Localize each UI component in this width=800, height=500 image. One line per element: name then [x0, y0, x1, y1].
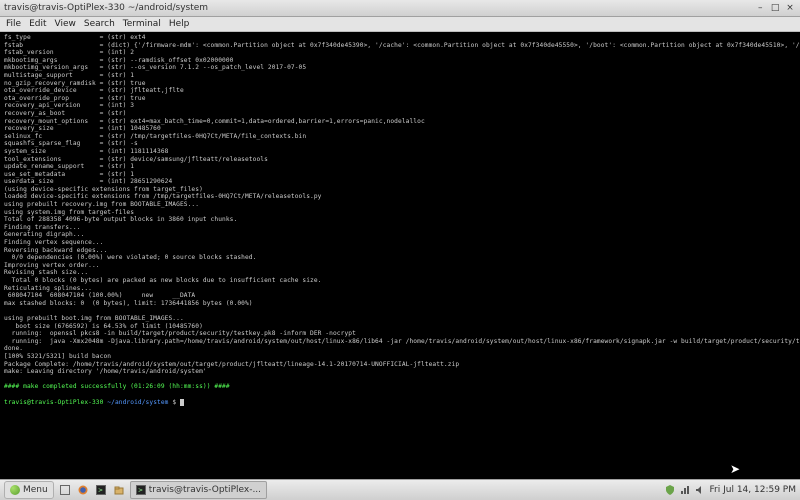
- taskbar: Menu > > travis@travis-OptiPlex-... Fri …: [0, 479, 800, 500]
- window-title: travis@travis-OptiPlex-330 ~/android/sys…: [4, 3, 208, 13]
- clock[interactable]: Fri Jul 14, 12:59 PM: [710, 485, 796, 495]
- mint-logo-icon: [10, 485, 20, 495]
- taskbar-window-label: travis@travis-OptiPlex-...: [149, 485, 261, 495]
- menu-terminal[interactable]: Terminal: [123, 19, 161, 29]
- taskbar-window-terminal[interactable]: > travis@travis-OptiPlex-...: [130, 481, 267, 499]
- system-tray: Fri Jul 14, 12:59 PM: [665, 485, 796, 495]
- menubar: File Edit View Search Terminal Help: [0, 17, 800, 32]
- show-desktop-button[interactable]: [58, 483, 72, 497]
- menu-file[interactable]: File: [6, 19, 21, 29]
- menu-help[interactable]: Help: [169, 19, 190, 29]
- menu-edit[interactable]: Edit: [29, 19, 46, 29]
- terminal-icon: >: [136, 485, 146, 495]
- terminal-output[interactable]: fs_type = (str) ext4 fstab = (dict) {'/f…: [0, 32, 800, 484]
- window-titlebar: travis@travis-OptiPlex-330 ~/android/sys…: [0, 0, 800, 17]
- svg-text:>: >: [138, 487, 143, 494]
- close-button[interactable]: ×: [784, 3, 796, 13]
- taskbar-start-button[interactable]: Menu: [4, 481, 54, 499]
- terminal-launcher[interactable]: >: [94, 483, 108, 497]
- menu-view[interactable]: View: [55, 19, 76, 29]
- firefox-launcher[interactable]: [76, 483, 90, 497]
- menu-search[interactable]: Search: [84, 19, 115, 29]
- maximize-button[interactable]: □: [769, 3, 781, 13]
- window-controls: – □ ×: [754, 3, 796, 13]
- start-label: Menu: [23, 485, 48, 495]
- svg-text:>: >: [98, 487, 103, 494]
- minimize-button[interactable]: –: [754, 3, 766, 13]
- volume-icon[interactable]: [695, 485, 705, 495]
- network-icon[interactable]: [680, 485, 690, 495]
- files-launcher[interactable]: [112, 483, 126, 497]
- shield-icon[interactable]: [665, 485, 675, 495]
